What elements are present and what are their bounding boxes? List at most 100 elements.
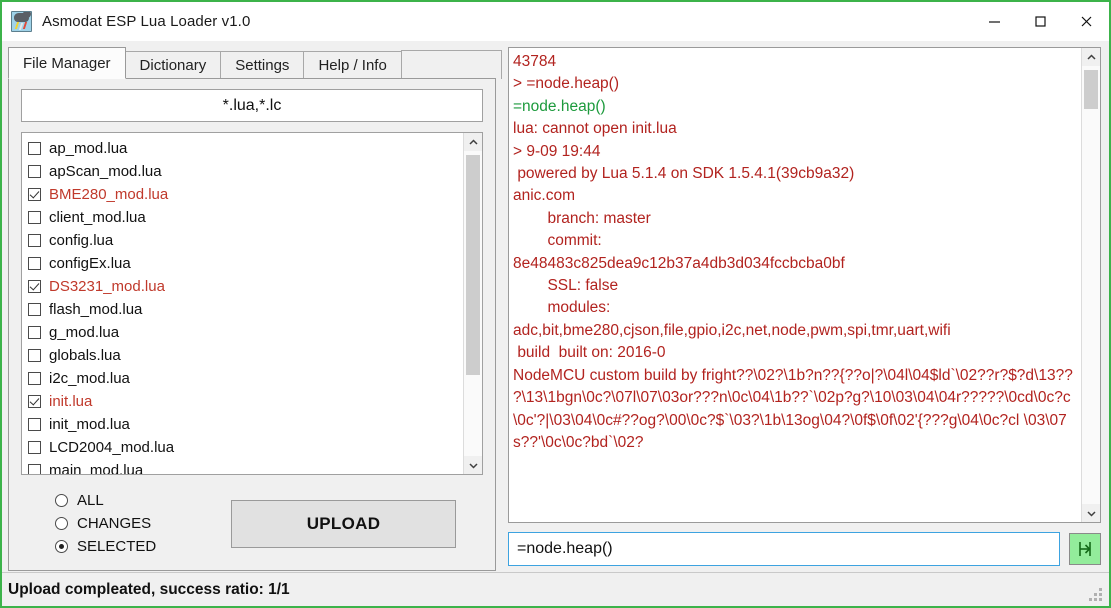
console-line: SSL: false — [513, 277, 619, 295]
file-name-label: g_mod.lua — [49, 324, 120, 342]
close-button[interactable] — [1063, 2, 1109, 40]
file-checkbox[interactable] — [28, 257, 41, 271]
file-checkbox[interactable] — [28, 372, 41, 386]
console-line: 43784 — [513, 53, 557, 70]
console-line: > =node.heap() — [513, 75, 620, 93]
console-scrollbar[interactable] — [1081, 48, 1100, 522]
file-checkbox[interactable] — [28, 234, 41, 248]
command-row: =node.heap() — [508, 532, 1101, 566]
file-checkbox[interactable] — [28, 211, 41, 225]
send-command-button[interactable] — [1069, 533, 1101, 565]
file-list-item[interactable]: main_mod.lua — [28, 459, 463, 474]
file-checkbox[interactable] — [28, 303, 41, 317]
console-scroll-track[interactable] — [1082, 66, 1100, 504]
console-line: lua: cannot open init.lua — [513, 120, 677, 138]
upload-button[interactable]: UPLOAD — [231, 499, 456, 548]
radio-button[interactable] — [55, 540, 68, 553]
file-name-label: configEx.lua — [49, 255, 131, 273]
file-list-item[interactable]: init.lua — [28, 390, 463, 413]
file-checkbox[interactable] — [28, 418, 41, 432]
file-filter-input[interactable]: *.lua,*.lc — [21, 89, 483, 123]
file-checkbox[interactable] — [28, 165, 41, 179]
title-bar: Asmodat ESP Lua Loader v1.0 — [2, 2, 1109, 41]
file-list-scroll-thumb[interactable] — [466, 155, 480, 375]
file-list-item[interactable]: apScan_mod.lua — [28, 160, 463, 183]
radio-button[interactable] — [55, 517, 68, 530]
file-name-label: init.lua — [49, 393, 93, 411]
file-name-label: flash_mod.lua — [49, 301, 143, 319]
file-list-item[interactable]: config.lua — [28, 229, 463, 252]
console-container: 43784 > =node.heap() =node.heap() lua: cann… — [508, 47, 1101, 523]
left-pane: File Manager Dictionary Settings Help / … — [2, 41, 502, 572]
selection-mode-changes[interactable]: CHANGES — [55, 512, 231, 535]
resize-grip[interactable] — [1089, 588, 1102, 601]
file-list-item[interactable]: BME280_mod.lua — [28, 183, 463, 206]
file-list[interactable]: ap_mod.lua apScan_mod.lua BME280_mod.luacl… — [22, 133, 463, 474]
file-list-item[interactable]: configEx.lua — [28, 252, 463, 275]
file-list-container: ap_mod.lua apScan_mod.lua BME280_mod.luacl… — [21, 132, 483, 475]
radio-button[interactable] — [55, 494, 68, 507]
file-checkbox[interactable] — [28, 441, 41, 455]
file-list-item[interactable]: flash_mod.lua — [28, 298, 463, 321]
file-checkbox[interactable] — [28, 188, 41, 202]
file-name-label: BME280_mod.lua — [49, 186, 169, 204]
console-line: 8e48483c825dea9c12b37a4db3d034fccbcba0bf — [513, 254, 845, 272]
file-checkbox[interactable] — [28, 395, 41, 409]
file-name-label: ap_mod.lua — [49, 140, 128, 158]
file-checkbox[interactable] — [28, 326, 41, 340]
file-list-scrollbar[interactable] — [463, 133, 482, 474]
tab-dictionary[interactable]: Dictionary — [124, 51, 222, 79]
minimize-button[interactable] — [971, 2, 1017, 40]
tab-settings[interactable]: Settings — [220, 51, 305, 79]
tab-label: Dictionary — [139, 57, 207, 74]
tab-help-info[interactable]: Help / Info — [303, 51, 402, 79]
maximize-button[interactable] — [1017, 2, 1063, 40]
scroll-up-icon[interactable] — [1082, 48, 1100, 66]
file-list-item[interactable]: init_mod.lua — [28, 413, 463, 436]
console-line: adc,bit,bme280,cjson,file,gpio,i2c,net,n… — [513, 321, 951, 339]
selection-mode-selected[interactable]: SELECTED — [55, 535, 231, 558]
file-list-item[interactable]: g_mod.lua — [28, 321, 463, 344]
selection-mode-all[interactable]: ALL — [55, 489, 231, 512]
scroll-up-icon[interactable] — [464, 133, 482, 152]
file-list-item[interactable]: i2c_mod.lua — [28, 367, 463, 390]
console-line: branch: master — [513, 209, 651, 227]
selection-mode-label: ALL — [77, 492, 104, 509]
scroll-down-icon[interactable] — [1082, 504, 1100, 522]
tab-file-manager[interactable]: File Manager — [8, 47, 126, 79]
file-list-item[interactable]: LCD2004_mod.lua — [28, 436, 463, 459]
console-output[interactable]: 43784 > =node.heap() =node.heap() lua: cann… — [509, 48, 1081, 522]
file-list-scroll-track[interactable] — [464, 151, 482, 456]
console-line: anic.com — [513, 187, 576, 205]
file-manager-panel: *.lua,*.lc ap_mod.lua apScan_mod.lua BME28… — [8, 78, 496, 571]
tab-label: Help / Info — [318, 57, 387, 74]
tab-label: File Manager — [23, 54, 111, 72]
file-name-label: init_mod.lua — [49, 416, 130, 434]
file-name-label: DS3231_mod.lua — [49, 278, 165, 296]
console-scroll-thumb[interactable] — [1084, 70, 1098, 110]
file-checkbox[interactable] — [28, 464, 41, 474]
file-list-item[interactable]: DS3231_mod.lua — [28, 275, 463, 298]
file-checkbox[interactable] — [28, 349, 41, 363]
tab-strip-filler — [400, 50, 502, 79]
upload-options-row: ALL CHANGES SELECTED UPLOAD — [21, 489, 483, 558]
file-name-label: client_mod.lua — [49, 209, 146, 227]
command-input[interactable]: =node.heap() — [508, 532, 1060, 566]
selection-mode-group[interactable]: ALL CHANGES SELECTED — [21, 489, 231, 558]
console-line: =node.heap() — [513, 97, 606, 115]
console-line: NodeMCU custom build by fright??\02?\1b?… — [513, 366, 1073, 384]
file-list-item[interactable]: client_mod.lua — [28, 206, 463, 229]
file-name-label: main_mod.lua — [49, 462, 144, 474]
scroll-down-icon[interactable] — [464, 456, 482, 474]
console-line: modules: — [513, 299, 611, 317]
file-filter-value: *.lua,*.lc — [222, 96, 282, 114]
window-title: Asmodat ESP Lua Loader v1.0 — [42, 12, 251, 30]
file-list-item[interactable]: ap_mod.lua — [28, 137, 463, 160]
file-name-label: apScan_mod.lua — [49, 163, 162, 181]
storm-cloud-icon — [11, 10, 32, 32]
console-line: > 9-09 19:44 — [513, 142, 601, 160]
file-list-item[interactable]: globals.lua — [28, 344, 463, 367]
selection-mode-label: CHANGES — [77, 515, 152, 532]
file-checkbox[interactable] — [28, 280, 41, 294]
file-checkbox[interactable] — [28, 142, 41, 156]
